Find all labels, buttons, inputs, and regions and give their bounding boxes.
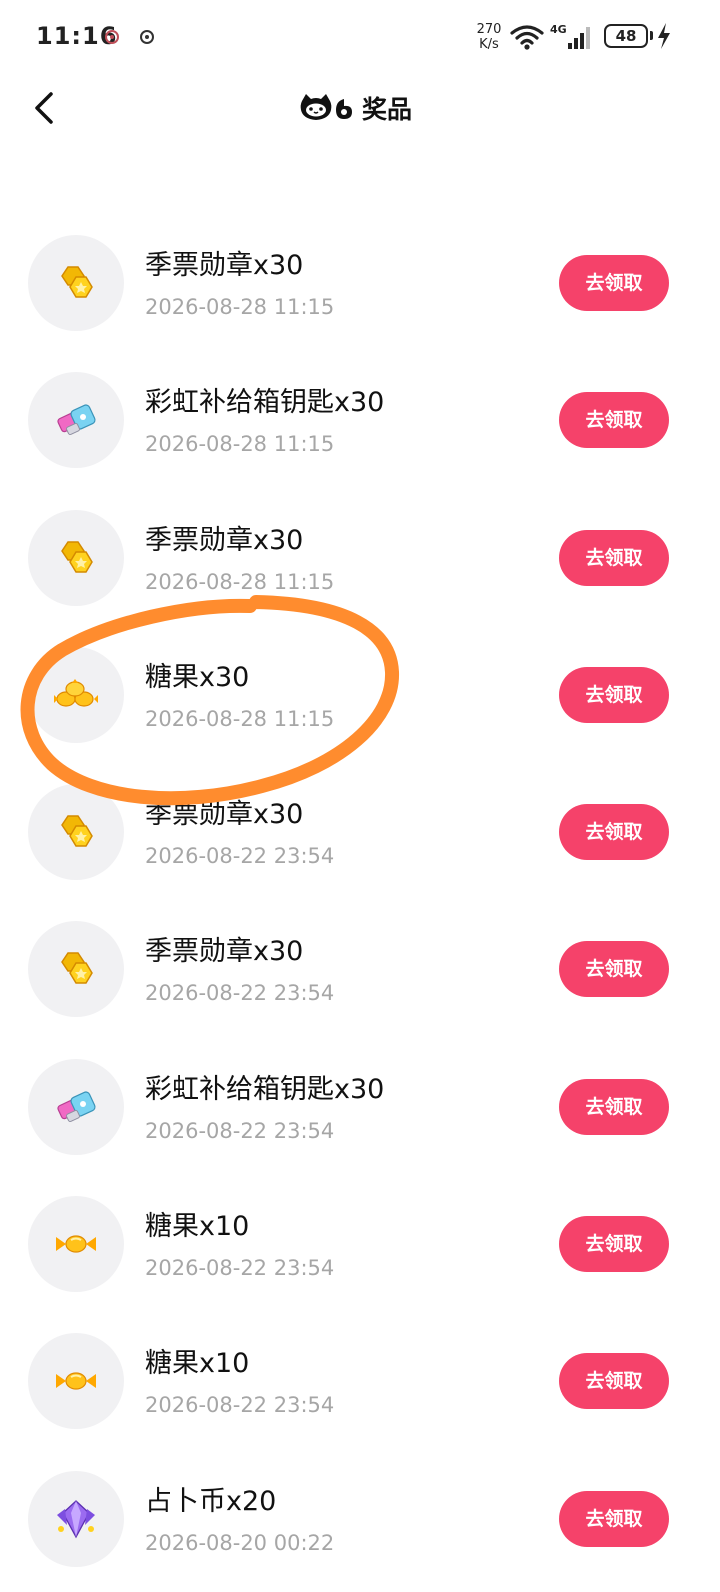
crystal-coin-icon (57, 1499, 95, 1539)
prize-time: 2026-08-22 23:54 (145, 844, 335, 869)
rainbow-key-icon (57, 1091, 96, 1122)
prize-thumbnail (28, 235, 124, 331)
claim-button[interactable]: 去领取 (559, 1490, 669, 1547)
prize-time: 2026-08-28 11:15 (145, 432, 335, 457)
prize-time: 2026-08-22 23:54 (145, 981, 335, 1006)
wifi-icon (510, 25, 544, 50)
prize-list-item: 季票勋章x30 2026-08-28 11:15 去领取 (0, 490, 720, 627)
chevron-left-icon (35, 92, 53, 124)
prize-thumbnail (28, 509, 124, 606)
status-bar: 11:16 270 K/s 4G 48 (0, 0, 720, 76)
prize-list-item: 糖果x30 2026-08-28 11:15 去领取 (0, 627, 720, 764)
claim-button[interactable]: 去领取 (559, 392, 669, 449)
claim-button[interactable]: 去领取 (559, 1353, 669, 1410)
prize-list-item: 季票勋章x30 2026-08-22 23:54 去领取 (0, 901, 720, 1038)
claim-button[interactable]: 去领取 (559, 255, 669, 311)
network-speed-value: 270 (476, 22, 502, 37)
prize-thumbnail (28, 921, 124, 1018)
prize-name: 季票勋章x30 (145, 250, 304, 281)
medal-coin-icon (61, 266, 93, 298)
prize-list-item: 季票勋章x30 2026-08-28 11:15 去领取 (0, 215, 720, 352)
network-speed: 270 K/s (472, 22, 506, 52)
claim-button[interactable]: 去领取 (559, 1216, 669, 1273)
battery-tip (650, 31, 653, 40)
notification-icon (105, 30, 119, 44)
cat-logo-icon (300, 94, 352, 120)
prize-list-item: 彩虹补给箱钥匙x30 2026-08-28 11:15 去领取 (0, 352, 720, 489)
prize-name: 占卜币x20 (145, 1485, 277, 1517)
prize-list: 季票勋章x30 2026-08-28 11:15 去领取 彩虹补给箱钥匙x30 … (0, 215, 720, 1588)
prize-thumbnail (28, 646, 124, 743)
rainbow-key-icon (57, 404, 96, 436)
claim-button[interactable]: 去领取 (559, 941, 669, 998)
prize-thumbnail (28, 1470, 124, 1567)
cellular-signal-icon: 4G (550, 23, 590, 49)
battery-indicator: 48 (604, 24, 648, 48)
page-title: 奖品 (298, 88, 412, 128)
prize-time: 2026-08-20 00:22 (145, 1530, 335, 1555)
prize-thumbnail (28, 1333, 124, 1430)
prize-list-item: 彩虹补给箱钥匙x30 2026-08-22 23:54 去领取 (0, 1039, 720, 1176)
claim-button[interactable]: 去领取 (559, 804, 669, 861)
prize-thumbnail (28, 784, 124, 881)
prize-name: 彩虹补给箱钥匙x30 (145, 1073, 385, 1105)
network-speed-unit: K/s (479, 37, 499, 52)
prize-time: 2026-08-22 23:54 (145, 1118, 335, 1143)
prize-name: 季票勋章x30 (145, 524, 304, 556)
claim-button[interactable]: 去领取 (559, 1078, 669, 1135)
medal-coin-icon (61, 815, 93, 847)
prize-list-item: 季票勋章x30 2026-08-22 23:54 去领取 (0, 764, 720, 901)
prize-name: 糖果x10 (145, 1211, 250, 1243)
candy-icon (56, 1235, 96, 1253)
prize-thumbnail (28, 1058, 124, 1155)
candy-icon (56, 1372, 96, 1390)
prize-name: 彩虹补给箱钥匙x30 (145, 387, 385, 419)
prize-name: 季票勋章x30 (145, 936, 304, 968)
header: 奖品 (0, 76, 720, 146)
prize-time: 2026-08-22 23:54 (145, 1393, 335, 1418)
prize-list-item: 占卜币x20 2026-08-20 00:22 去领取 (0, 1451, 720, 1588)
prize-list-item: 糖果x10 2026-08-22 23:54 去领取 (0, 1176, 720, 1313)
battery-level: 48 (615, 27, 637, 45)
notification-icon (140, 30, 154, 44)
prize-time: 2026-08-28 11:15 (145, 295, 335, 319)
medal-coin-icon (61, 540, 93, 573)
claim-button[interactable]: 去领取 (559, 529, 669, 586)
prize-name: 糖果x30 (145, 661, 250, 693)
prize-thumbnail (28, 1196, 124, 1293)
back-button[interactable] (24, 86, 68, 130)
charging-icon (658, 23, 670, 49)
network-type: 4G (550, 23, 567, 36)
medal-coin-icon (61, 952, 93, 985)
page-title-text: 奖品 (362, 95, 413, 124)
prize-name: 糖果x10 (145, 1348, 250, 1380)
prize-list-item: 糖果x10 2026-08-22 23:54 去领取 (0, 1313, 720, 1450)
prize-name: 季票勋章x30 (145, 799, 304, 831)
prize-time: 2026-08-28 11:15 (145, 706, 335, 731)
claim-button[interactable]: 去领取 (559, 666, 669, 723)
prize-time: 2026-08-28 11:15 (145, 569, 335, 594)
prize-time: 2026-08-22 23:54 (145, 1256, 335, 1281)
prize-thumbnail (28, 372, 124, 469)
candy-pile-icon (54, 678, 98, 707)
